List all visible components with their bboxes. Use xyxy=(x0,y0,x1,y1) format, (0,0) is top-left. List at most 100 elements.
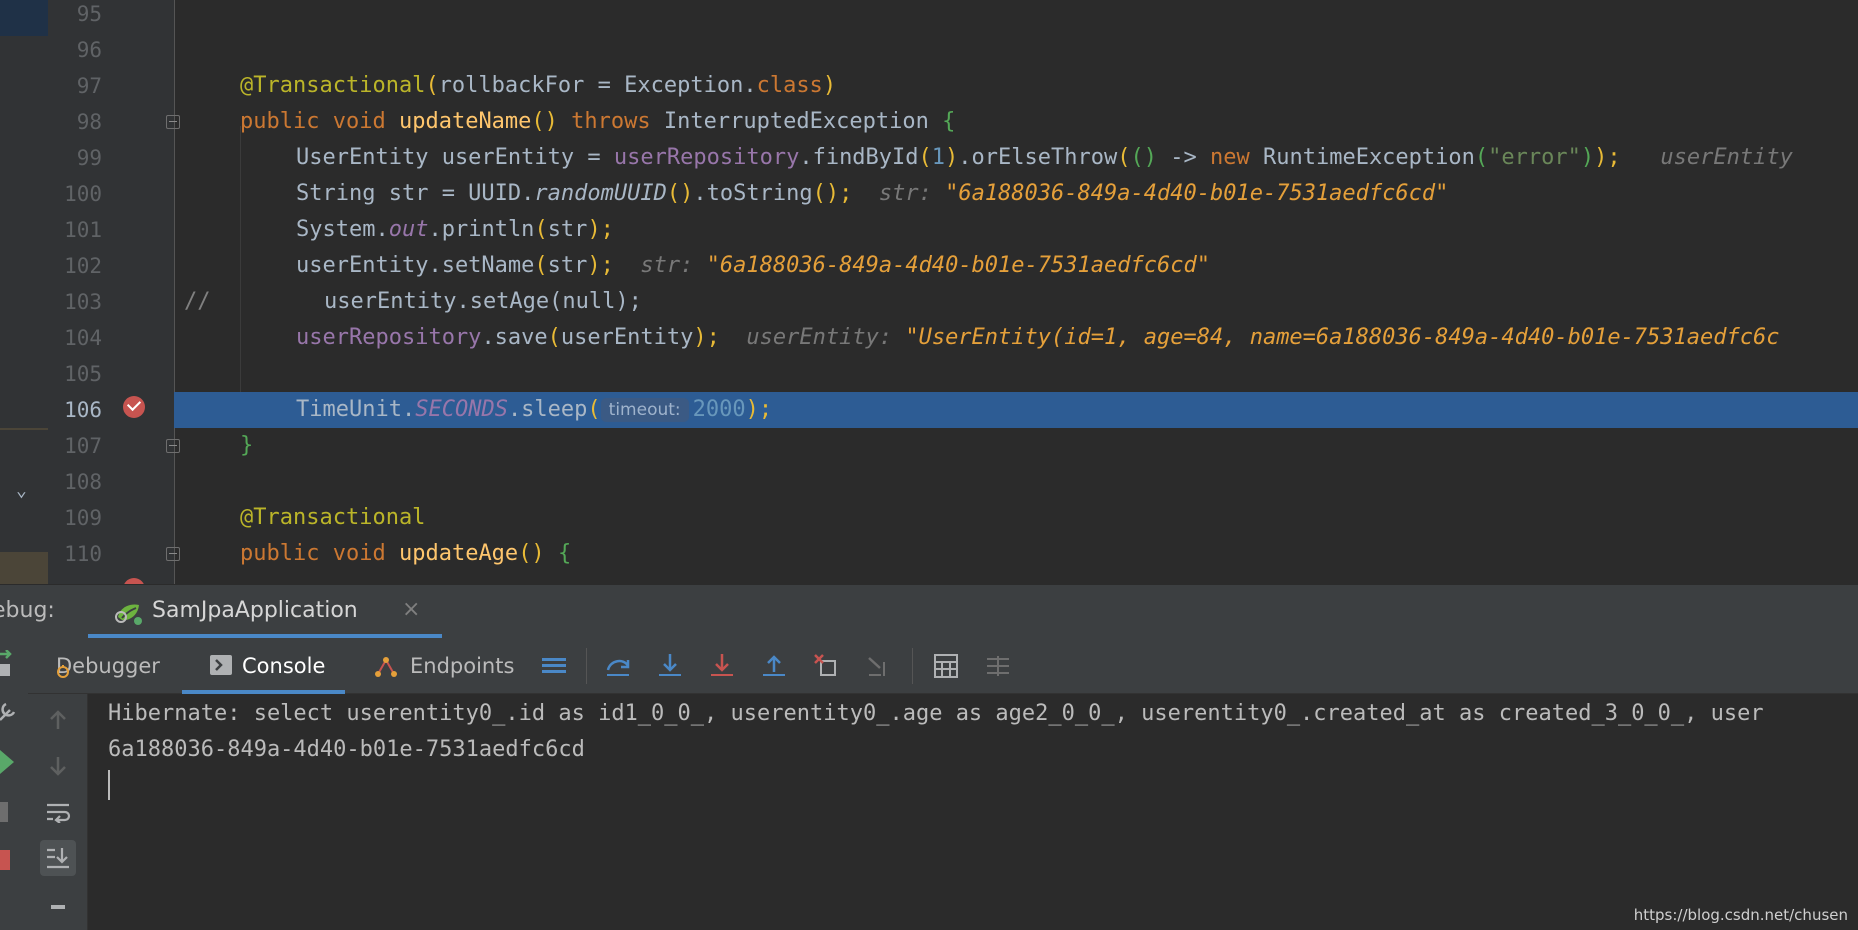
code-line[interactable]: 110 public void updateAge() { xyxy=(0,536,1858,572)
scroll-to-end-icon[interactable] xyxy=(40,840,76,876)
debug-tool-window-header: ebug: SamJpaApplication × xyxy=(0,584,1858,639)
code-text[interactable]: } xyxy=(240,428,253,464)
run-to-cursor-icon[interactable] xyxy=(866,652,894,680)
inline-debug-label: str: xyxy=(640,253,694,278)
code-line[interactable]: 101 System.out.println(str); xyxy=(0,212,1858,248)
debug-toolbar: Debugger Console Endpoints xyxy=(0,638,1858,694)
console-icon xyxy=(210,655,232,675)
code-line[interactable]: 99 UserEntity userEntity = userRepositor… xyxy=(0,140,1858,176)
console-output[interactable]: Hibernate: select userentity0_.id as id1… xyxy=(88,694,1858,930)
inline-debug-label: userEntity: xyxy=(746,325,893,350)
watermark: https://blog.csdn.net/chusen xyxy=(1633,906,1848,924)
line-number[interactable]: 98 xyxy=(48,104,102,140)
down-arrow-icon[interactable] xyxy=(40,748,76,784)
code-line[interactable]: 108 xyxy=(0,464,1858,500)
inline-debug-value: "6a188036-849a-4d40-b01e-7531aedfc6cd" xyxy=(945,181,1449,206)
code-line[interactable]: 97 @Transactional(rollbackFor = Exceptio… xyxy=(0,68,1858,104)
code-line[interactable]: 105 xyxy=(0,356,1858,392)
line-number[interactable]: 102 xyxy=(48,248,102,284)
code-text[interactable]: userEntity.setName(str); str: "6a188036-… xyxy=(296,248,1210,284)
code-line[interactable]: 107 } xyxy=(0,428,1858,464)
tab-debugger[interactable]: Debugger xyxy=(56,638,160,694)
close-icon[interactable]: × xyxy=(402,597,420,622)
parameter-hint: timeout: xyxy=(600,398,689,422)
print-icon[interactable] xyxy=(40,890,76,926)
line-number[interactable]: 97 xyxy=(48,68,102,104)
console-line: Hibernate: select userentity0_.id as id1… xyxy=(108,701,1764,726)
code-line[interactable]: 98 public void updateName() throws Inter… xyxy=(0,104,1858,140)
line-number[interactable]: 104 xyxy=(48,320,102,356)
code-line[interactable]: 95 xyxy=(0,0,1858,32)
line-number[interactable]: 109 xyxy=(48,500,102,536)
line-number[interactable]: 107 xyxy=(48,428,102,464)
debugger-icon xyxy=(57,665,69,678)
current-execution-line[interactable]: 106 106 TimeUnit.SECONDS.sleep(timeout:2… xyxy=(0,392,1858,428)
line-number[interactable]: 99 xyxy=(48,140,102,176)
debug-label: ebug: xyxy=(0,598,55,623)
tab-endpoints[interactable]: Endpoints xyxy=(372,638,514,694)
fold-marker-icon[interactable] xyxy=(166,547,180,561)
inline-debug-value: "6a188036-849a-4d40-b01e-7531aedfc6cd" xyxy=(706,253,1210,278)
code-editor[interactable]: ⌄ 95 96 97 @Transactional(rollbackFor = … xyxy=(0,0,1858,584)
soft-wrap-icon[interactable] xyxy=(40,794,76,830)
rerun-icon[interactable] xyxy=(0,650,20,680)
commented-code[interactable]: userEntity.setAge(null); xyxy=(324,284,642,320)
breakpoint-icon[interactable] xyxy=(123,396,145,418)
inline-debug-value: userEntity xyxy=(1660,145,1793,170)
code-text[interactable]: System.out.println(str); xyxy=(296,212,614,248)
line-number-current[interactable]: 106 xyxy=(48,392,102,428)
text-caret xyxy=(108,770,110,800)
code-line[interactable]: 96 xyxy=(0,32,1858,68)
tab-console[interactable]: Console xyxy=(182,638,346,694)
tab-console-label[interactable]: Console xyxy=(242,654,325,678)
layout-menu-icon[interactable] xyxy=(540,652,568,680)
code-text[interactable]: TimeUnit.SECONDS.sleep(timeout: 2000); xyxy=(296,392,772,428)
resume-icon[interactable] xyxy=(0,750,16,774)
spring-boot-icon xyxy=(115,604,142,625)
debug-actions-strip xyxy=(0,638,28,930)
line-number[interactable]: 110 xyxy=(48,536,102,572)
code-line[interactable]: 102 userEntity.setName(str); str: "6a188… xyxy=(0,248,1858,284)
comment-marker[interactable]: // xyxy=(184,284,211,320)
console-side-toolbar xyxy=(28,694,88,930)
pause-icon[interactable] xyxy=(0,802,8,822)
code-text[interactable]: UserEntity userEntity = userRepository.f… xyxy=(296,140,1793,176)
tab-debugger-label[interactable]: Debugger xyxy=(56,654,160,678)
line-number[interactable]: 95 xyxy=(48,0,102,32)
code-text[interactable]: public void updateName() throws Interrup… xyxy=(240,104,955,140)
fold-marker-icon[interactable] xyxy=(166,439,180,453)
code-text[interactable]: @Transactional(rollbackFor = Exception.c… xyxy=(240,68,836,104)
evaluate-expression-icon[interactable] xyxy=(932,652,960,680)
code-line[interactable]: 100 String str = UUID.randomUUID().toStr… xyxy=(0,176,1858,212)
run-config-tab[interactable]: SamJpaApplication × xyxy=(88,585,442,639)
step-into-icon[interactable] xyxy=(656,652,684,680)
fold-marker-icon[interactable] xyxy=(166,115,180,129)
line-number[interactable]: 105 xyxy=(48,356,102,392)
trace-stream-icon[interactable] xyxy=(984,652,1012,680)
endpoints-icon xyxy=(375,657,397,677)
code-line[interactable]: 109 @Transactional xyxy=(0,500,1858,536)
line-number[interactable]: 100 xyxy=(48,176,102,212)
drop-frame-icon[interactable] xyxy=(812,652,840,680)
stop-icon[interactable] xyxy=(0,850,10,870)
up-arrow-icon[interactable] xyxy=(40,702,76,738)
run-config-title[interactable]: SamJpaApplication xyxy=(152,598,358,623)
line-number[interactable]: 101 xyxy=(48,212,102,248)
code-text[interactable]: String str = UUID.randomUUID().toString(… xyxy=(296,176,1448,212)
code-text[interactable]: public void updateAge() { xyxy=(240,536,571,572)
line-number[interactable]: 103 xyxy=(48,284,102,320)
modify-config-icon[interactable] xyxy=(0,700,20,724)
force-step-into-icon[interactable] xyxy=(708,652,736,680)
code-text[interactable]: @Transactional xyxy=(240,500,425,536)
line-number[interactable]: 108 xyxy=(48,464,102,500)
code-text[interactable]: userRepository.save(userEntity); userEnt… xyxy=(296,320,1780,356)
line-number[interactable]: 96 xyxy=(48,32,102,68)
tab-endpoints-label[interactable]: Endpoints xyxy=(410,654,514,678)
step-over-icon[interactable] xyxy=(604,652,632,680)
toolbar-separator xyxy=(586,648,587,684)
step-out-icon[interactable] xyxy=(760,652,788,680)
code-line[interactable]: 103 // userEntity.setAge(null); xyxy=(0,284,1858,320)
code-line[interactable]: 104 userRepository.save(userEntity); use… xyxy=(0,320,1858,356)
toolbar-separator xyxy=(912,648,913,684)
inline-debug-label: str: xyxy=(878,181,932,206)
